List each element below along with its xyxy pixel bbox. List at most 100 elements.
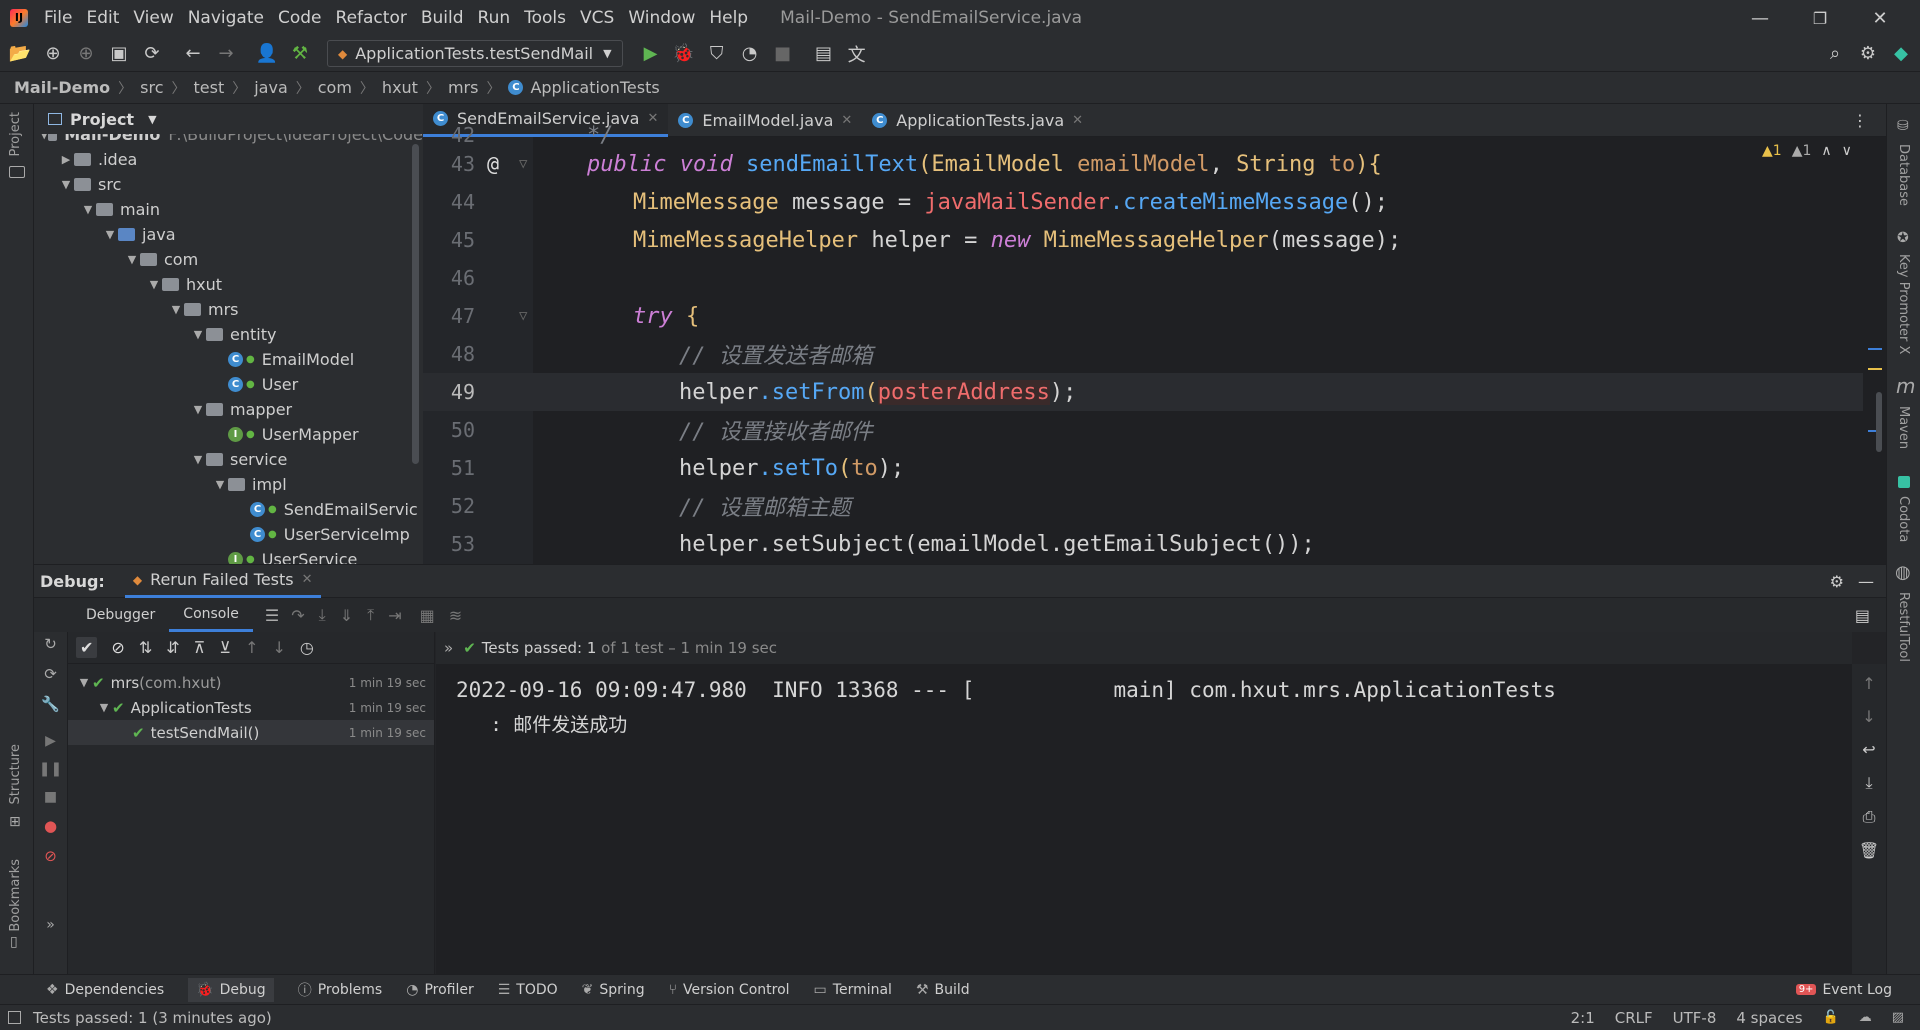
menu-icon[interactable]: ☰ xyxy=(265,606,279,625)
tool-version-control[interactable]: ⑂ Version Control xyxy=(669,982,790,998)
maven-tool-tab[interactable]: Maven xyxy=(1896,406,1911,449)
editor-scrollbar[interactable] xyxy=(1876,392,1882,452)
menu-edit[interactable]: Edit xyxy=(86,8,119,28)
globe-icon[interactable]: ⊕ xyxy=(72,40,100,68)
tool-terminal[interactable]: ▭ Terminal xyxy=(814,982,892,998)
settings-gear-icon[interactable]: ⚙ xyxy=(1830,572,1844,591)
menu-window[interactable]: Window xyxy=(628,8,695,28)
tree-item-mapper[interactable]: ▼ mapper xyxy=(34,397,423,422)
inspection-widget[interactable]: ▲1 ▲1 ∧ ∨ xyxy=(1762,143,1852,159)
next-test-icon[interactable]: ↓ xyxy=(272,638,285,657)
trash-icon[interactable]: 🗑 xyxy=(1859,841,1879,860)
previous-highlight-icon[interactable]: ∧ xyxy=(1821,143,1831,159)
profile-icon[interactable]: ◔ xyxy=(736,40,764,68)
fold-icon[interactable]: ▽ xyxy=(519,308,527,324)
globe-icon[interactable]: ◍ xyxy=(1895,562,1911,583)
tree-item-userserviceimpl[interactable]: C ● UserServiceImp xyxy=(34,522,423,547)
key-promoter-icon[interactable]: ✪ xyxy=(1897,230,1909,246)
tool-profiler[interactable]: ◔ Profiler xyxy=(406,982,474,998)
history-icon[interactable]: ◷ xyxy=(300,638,314,657)
test-method-testsendmail[interactable]: ✔ testSendMail() 1 min 19 sec xyxy=(68,720,434,745)
caret-position[interactable]: 2:1 xyxy=(1571,1009,1595,1027)
key-promoter-tool-tab[interactable]: Key Promoter X xyxy=(1896,254,1911,354)
restart-icon[interactable]: ⟳ xyxy=(44,665,57,683)
tree-item-service[interactable]: ▼ service xyxy=(34,447,423,472)
line-separator[interactable]: CRLF xyxy=(1615,1009,1653,1027)
close-icon[interactable]: ✕ xyxy=(647,111,658,126)
tree-item-hxut[interactable]: ▼ hxut xyxy=(34,272,423,297)
project-structure-icon[interactable]: ▤ xyxy=(810,40,838,68)
menu-help[interactable]: Help xyxy=(709,8,748,28)
console-output[interactable]: 2022-09-16 09:09:47.980 INFO 13368 --- [… xyxy=(436,664,1852,974)
run-config-selector[interactable]: ◆ ApplicationTests.testSendMail ▼ xyxy=(327,40,623,67)
override-at-icon[interactable]: @ xyxy=(487,152,499,176)
tree-item-entity[interactable]: ▼ entity xyxy=(34,322,423,347)
minimize-panel-icon[interactable]: — xyxy=(1858,572,1874,591)
breadcrumb-project[interactable]: Mail-Demo xyxy=(14,78,110,97)
menu-code[interactable]: Code xyxy=(278,8,322,28)
show-passed-icon[interactable]: ✔ xyxy=(76,637,98,658)
breadcrumb-com[interactable]: com xyxy=(318,78,352,97)
structure-icon[interactable]: ⊞ xyxy=(9,814,21,830)
mute-breakpoints-icon[interactable]: ⊘ xyxy=(44,847,57,865)
sort-duration-icon[interactable]: ⇵ xyxy=(166,638,179,657)
close-icon[interactable]: ✕ xyxy=(1850,8,1910,29)
tool-dependencies[interactable]: ❖ Dependencies xyxy=(46,982,164,998)
tree-item-emailmodel[interactable]: C ● EmailModel xyxy=(34,347,423,372)
tab-debugger[interactable]: Debugger xyxy=(72,598,169,632)
tool-spring[interactable]: ❦ Spring xyxy=(582,982,645,998)
file-encoding[interactable]: UTF-8 xyxy=(1673,1009,1717,1027)
lock-icon[interactable]: 🔓 xyxy=(1823,1010,1839,1025)
coverage-icon[interactable]: ⛉ xyxy=(703,40,731,68)
breadcrumb-class[interactable]: ApplicationTests xyxy=(530,78,659,97)
status-message[interactable]: Tests passed: 1 (3 minutes ago) xyxy=(33,1009,272,1027)
database-tool-tab[interactable]: Database xyxy=(1896,144,1911,206)
test-suite-mrs[interactable]: ▼ ✔ mrs (com.hxut) 1 min 19 sec xyxy=(68,670,434,695)
debug-icon[interactable]: 🐞 xyxy=(670,40,698,68)
next-highlight-icon[interactable]: ∨ xyxy=(1842,143,1852,159)
tree-item-userservice[interactable]: I ● UserService xyxy=(34,547,423,564)
fold-icon[interactable]: ▽ xyxy=(519,156,527,172)
menu-refactor[interactable]: Refactor xyxy=(336,8,407,28)
tree-item-com[interactable]: ▼ com xyxy=(34,247,423,272)
status-toggle-icon[interactable] xyxy=(8,1011,21,1024)
tool-todo[interactable]: ☰ TODO xyxy=(498,982,558,998)
open-folder-icon[interactable]: 📂 xyxy=(6,40,34,68)
indent-setting[interactable]: 4 spaces xyxy=(1736,1009,1802,1027)
tree-item-sendemailservice[interactable]: C ● SendEmailServic xyxy=(34,497,423,522)
debug-session-tab[interactable]: ◆ Rerun Failed Tests ✕ xyxy=(124,564,321,598)
menu-run[interactable]: Run xyxy=(478,8,511,28)
menu-vcs[interactable]: VCS xyxy=(580,8,614,28)
tree-item-usermapper[interactable]: I ● UserMapper xyxy=(34,422,423,447)
folder-icon[interactable] xyxy=(9,166,25,178)
forward-icon[interactable]: → xyxy=(212,40,240,68)
tree-item-src[interactable]: ▼ src xyxy=(34,172,423,197)
tree-item-impl[interactable]: ▼ impl xyxy=(34,472,423,497)
scroll-down-icon[interactable]: ↓ xyxy=(1862,707,1875,726)
tool-build[interactable]: ⚒ Build xyxy=(916,982,970,998)
more-icon[interactable]: » xyxy=(444,639,453,657)
collapse-all-icon[interactable]: ⊻ xyxy=(219,638,231,657)
print-icon[interactable]: ⎙ xyxy=(1863,807,1876,827)
database-icon[interactable]: ⛁ xyxy=(1897,118,1909,134)
structure-tool-tab[interactable]: Structure xyxy=(8,744,23,804)
previous-test-icon[interactable]: ↑ xyxy=(245,638,258,657)
tree-item-user[interactable]: C ● User xyxy=(34,372,423,397)
menu-tools[interactable]: Tools xyxy=(524,8,566,28)
soft-wrap-icon[interactable]: ↩ xyxy=(1862,740,1875,759)
breadcrumb-test[interactable]: test xyxy=(193,78,224,97)
expand-all-icon[interactable]: ⊼ xyxy=(194,638,206,657)
trace-icon[interactable]: ≋ xyxy=(449,606,462,625)
bookmarks-tool-tab[interactable]: Bookmarks xyxy=(8,859,23,932)
step-into-icon[interactable]: ⤓ xyxy=(319,605,326,625)
tool-problems[interactable]: ⓘ Problems xyxy=(298,980,383,1000)
stop-icon[interactable]: ■ xyxy=(44,789,57,805)
menu-navigate[interactable]: Navigate xyxy=(188,8,264,28)
tree-item-idea[interactable]: ▶ .idea xyxy=(34,147,423,172)
memory-icon[interactable]: ▨ xyxy=(1892,1010,1904,1025)
evaluate-icon[interactable]: ▦ xyxy=(420,606,435,625)
maven-icon[interactable]: m xyxy=(1896,374,1915,398)
view-breakpoints-icon[interactable]: ● xyxy=(44,817,57,835)
rerun-icon[interactable]: ↻ xyxy=(44,635,57,653)
add-icon[interactable]: ⊕ xyxy=(39,40,67,68)
